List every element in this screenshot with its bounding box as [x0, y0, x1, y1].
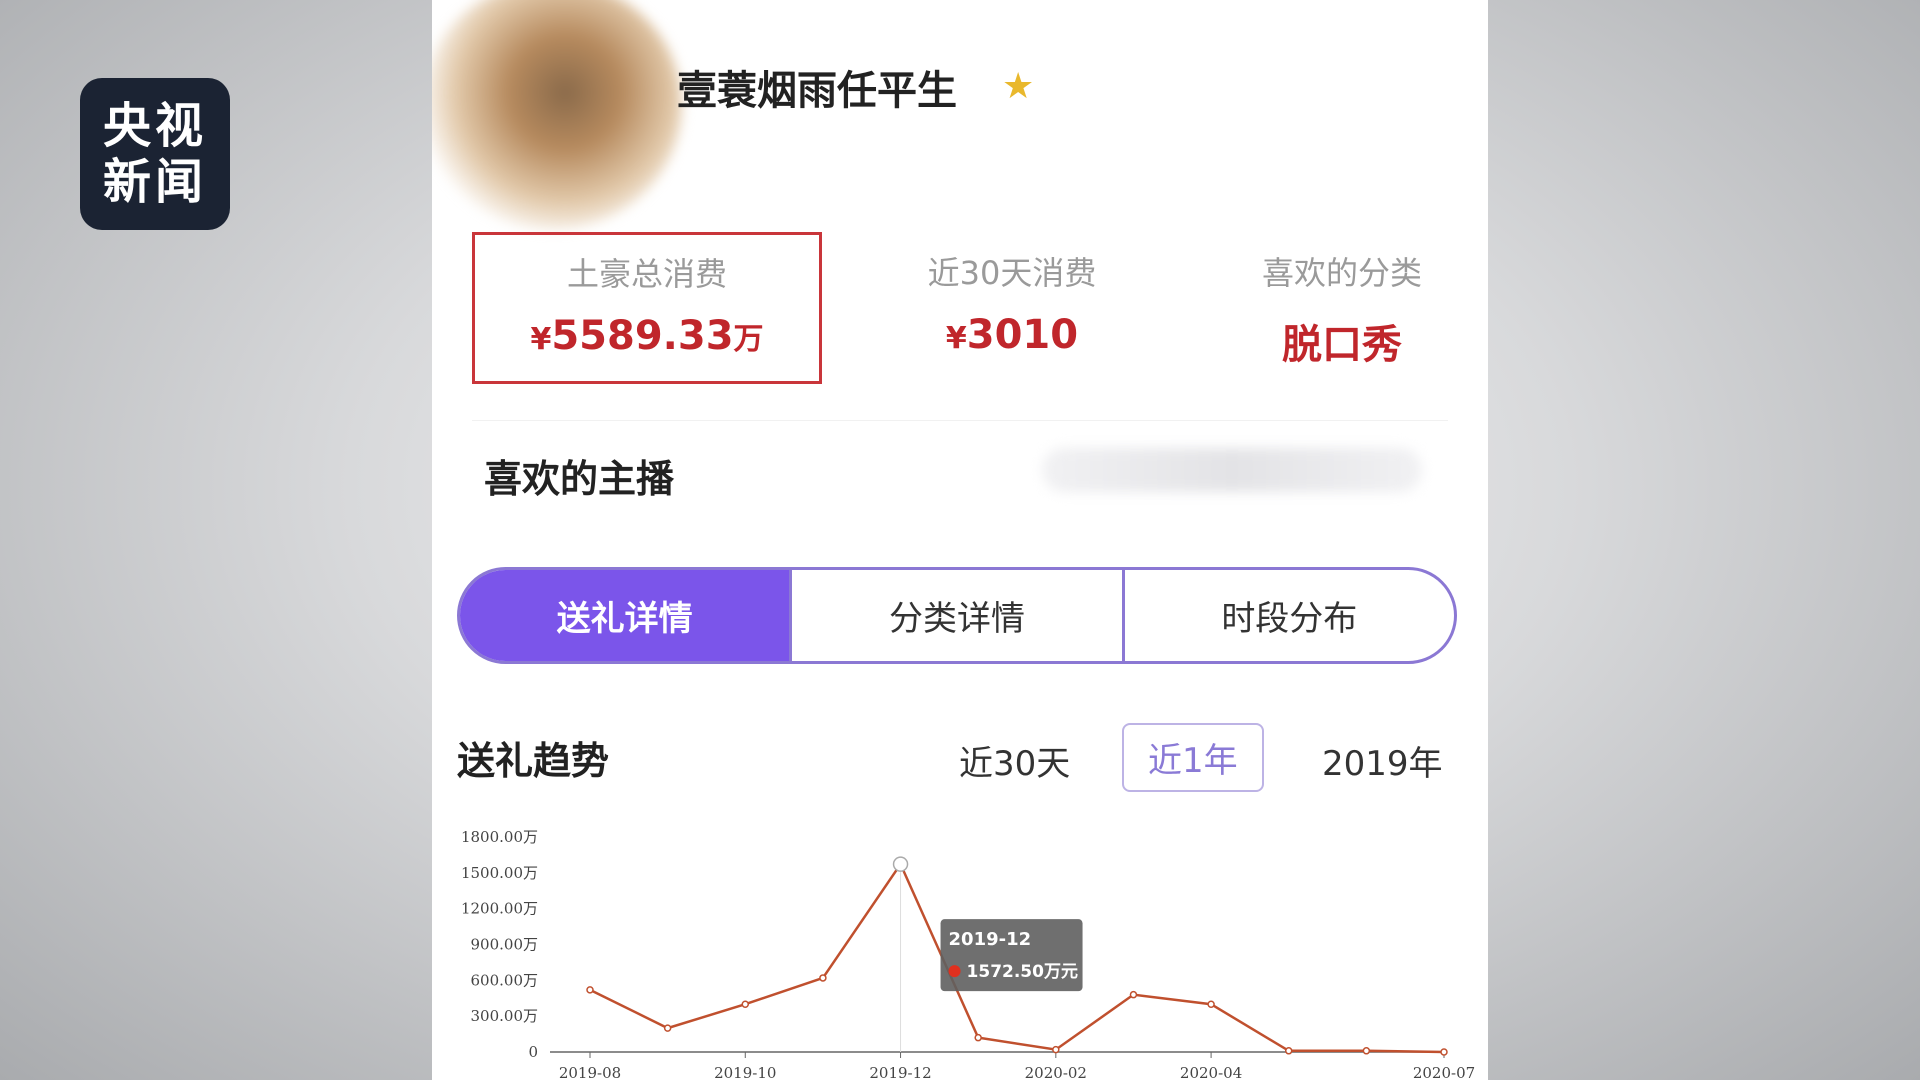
- data-point: [1362, 1047, 1371, 1055]
- tab-gift-details[interactable]: 送礼详情: [460, 570, 790, 661]
- x-tick-label: 2020-07: [1413, 1064, 1475, 1080]
- stat-favorite-category-label: 喜欢的分类: [1261, 254, 1422, 292]
- range-last-30-days[interactable]: 近30天: [959, 736, 1070, 785]
- data-point: [892, 856, 909, 872]
- star-icon: ★: [1002, 66, 1035, 107]
- y-tick-label: 1500.00万: [461, 864, 538, 882]
- detail-tabs: 送礼详情 分类详情 时段分布: [457, 567, 1457, 664]
- y-tick-label: 1200.00万: [461, 900, 538, 918]
- y-tick-label: 600.00万: [471, 971, 539, 989]
- y-tick-label: 900.00万: [471, 936, 539, 954]
- divider: [472, 420, 1448, 421]
- x-tick-label: 2019-10: [714, 1064, 776, 1080]
- y-tick-label: 0: [528, 1043, 538, 1061]
- data-point: [586, 986, 594, 994]
- app-screen: 壹蓑烟雨任平生 ★ 土豪总消费 ¥5589.33万 近30天消费 ¥3010 喜…: [432, 0, 1488, 1080]
- range-2019[interactable]: 2019年: [1322, 736, 1443, 785]
- x-tick-label: 2020-02: [1025, 1064, 1087, 1080]
- tooltip-value: 1572.50万元: [967, 962, 1078, 982]
- data-point: [663, 1024, 672, 1032]
- stat-total-spend[interactable]: 土豪总消费 ¥5589.33万: [472, 232, 822, 384]
- data-point: [819, 974, 827, 982]
- gift-trend-chart[interactable]: 0 300.00万 600.00万 900.00万 1200.00万 1500.00万 18…: [432, 815, 1488, 1080]
- gift-trend-title: 送礼趋势: [457, 739, 610, 783]
- stat-30day-spend-label: 近30天消费: [927, 254, 1097, 292]
- data-point: [741, 1000, 750, 1008]
- stat-total-spend-label: 土豪总消费: [566, 255, 727, 293]
- favorite-anchor-avatars-blurred: [1042, 448, 1422, 492]
- tab-time-distribution[interactable]: 时段分布: [1121, 570, 1454, 661]
- data-point: [1440, 1048, 1448, 1056]
- stat-favorite-category: 喜欢的分类 脱口秀: [1172, 248, 1488, 370]
- watermark-line-1: 央视: [102, 98, 207, 154]
- favorite-anchor-label: 喜欢的主播: [484, 457, 675, 501]
- stat-total-spend-value: ¥5589.33万: [530, 313, 764, 359]
- stat-30day-spend: 近30天消费 ¥3010: [842, 248, 1182, 358]
- y-tick-label: 1800.00万: [461, 828, 538, 846]
- range-last-year[interactable]: 近1年: [1122, 723, 1264, 792]
- tab-category-details[interactable]: 分类详情: [789, 570, 1121, 661]
- data-point: [1052, 1045, 1060, 1054]
- x-tick-label: 2020-04: [1180, 1064, 1242, 1080]
- stat-favorite-category-value: 脱口秀: [1282, 322, 1402, 368]
- x-tick-label: 2019-08: [559, 1064, 621, 1080]
- data-point: [1284, 1047, 1293, 1055]
- cctv-news-watermark: 央视 新闻: [80, 78, 230, 230]
- username: 壹蓑烟雨任平生: [677, 68, 957, 114]
- tooltip-date: 2019-12: [949, 929, 1032, 950]
- data-point: [1129, 990, 1138, 999]
- watermark-line-2: 新闻: [102, 154, 207, 210]
- data-point: [1207, 1000, 1215, 1008]
- data-point: [974, 1033, 982, 1042]
- y-tick-label: 300.00万: [471, 1007, 539, 1025]
- tooltip-marker: [948, 965, 961, 978]
- stat-30day-spend-value: ¥3010: [945, 312, 1079, 358]
- avatar[interactable]: [432, 0, 682, 230]
- x-tick-label: 2019-12: [869, 1064, 931, 1080]
